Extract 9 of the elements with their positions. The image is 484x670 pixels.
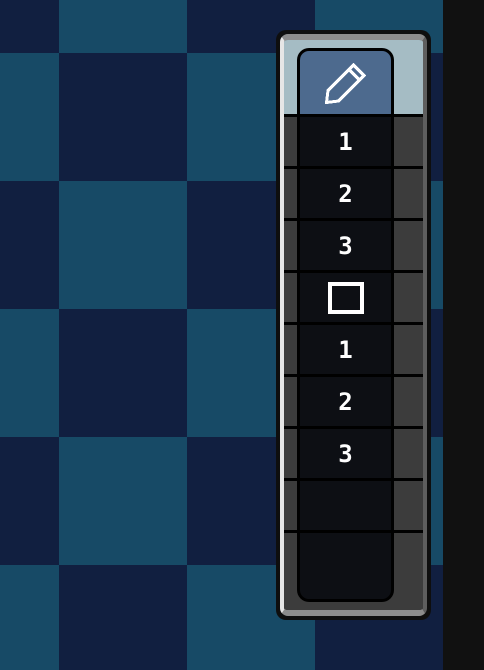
- tool-button[interactable]: [297, 48, 394, 114]
- tool-button[interactable]: [297, 273, 394, 322]
- tool-button[interactable]: 3: [297, 221, 394, 270]
- tool-button[interactable]: 2: [297, 377, 394, 426]
- tool-button[interactable]: 1: [297, 117, 394, 166]
- tool-button[interactable]: 1: [297, 325, 394, 374]
- square-icon: [328, 282, 364, 314]
- tool-button[interactable]: 2: [297, 169, 394, 218]
- tool-button[interactable]: 3: [297, 429, 394, 478]
